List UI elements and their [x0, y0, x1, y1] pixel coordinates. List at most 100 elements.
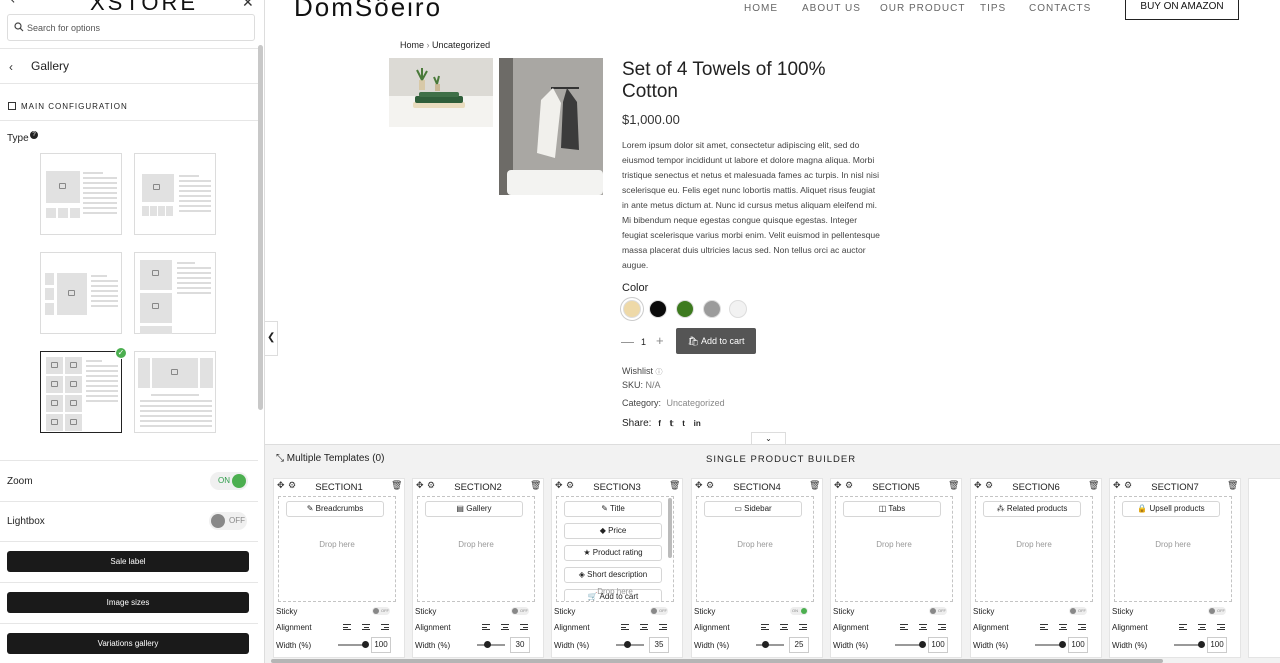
align-center-icon[interactable] — [362, 624, 370, 632]
slider-knob[interactable] — [362, 641, 369, 648]
align-left-icon[interactable] — [621, 624, 629, 632]
trash-icon[interactable]: 🗑 — [1088, 480, 1099, 491]
width-input[interactable]: 100 — [1068, 637, 1088, 653]
facebook-icon[interactable]: f — [658, 419, 661, 428]
builder-element[interactable]: ◆ Price — [564, 523, 662, 539]
builder-section[interactable]: ✥ ⚙ SECTION1 🗑 ✎ Breadcrumbs Drop here S… — [273, 478, 405, 658]
buy-on-amazon-button[interactable]: BUY ON AMAZON — [1125, 0, 1239, 20]
align-left-icon[interactable] — [761, 624, 769, 632]
sticky-toggle[interactable]: OFF — [650, 607, 668, 615]
slider-knob[interactable] — [484, 641, 492, 648]
trash-icon[interactable]: 🗑 — [391, 480, 402, 491]
align-center-icon[interactable] — [780, 624, 788, 632]
collapse-panel-button[interactable]: ❮ — [265, 321, 278, 356]
nav-our-product[interactable]: OUR PRODUCT — [880, 3, 965, 14]
builder-element[interactable]: ▭ Sidebar — [704, 501, 802, 517]
builder-section[interactable]: ✥ ⚙ SECTION2 🗑 ▤ Gallery Drop here Stick… — [412, 478, 544, 658]
layout-option-5[interactable] — [40, 351, 122, 433]
align-center-icon[interactable] — [1059, 624, 1067, 632]
quantity-decrease-button[interactable]: — — [621, 334, 634, 349]
breadcrumb-category[interactable]: Uncategorized — [432, 40, 490, 50]
product-image-bathroom[interactable] — [499, 58, 603, 195]
align-left-icon[interactable] — [1040, 624, 1048, 632]
expand-builder-button[interactable]: ⌄ — [751, 432, 786, 444]
zoom-toggle[interactable]: ON — [210, 472, 248, 490]
drop-zone[interactable]: ▤ Gallery Drop here — [417, 496, 535, 602]
builder-element[interactable]: ★ Product rating — [564, 545, 662, 561]
breadcrumb-home[interactable]: Home — [400, 40, 424, 50]
slider-knob[interactable] — [762, 641, 769, 648]
wishlist-link[interactable]: Wishlist ⓘ — [622, 366, 663, 377]
slider-knob[interactable] — [919, 641, 926, 648]
image-sizes-button[interactable]: Image sizes — [7, 592, 249, 613]
width-slider[interactable] — [756, 641, 784, 648]
builder-element[interactable]: ◈ Short description — [564, 567, 662, 583]
align-right-icon[interactable] — [659, 624, 667, 632]
builder-section[interactable]: ✥ ⚙ SECTION7 🗑 🔒 Upsell products Drop he… — [1109, 478, 1241, 658]
nav-contacts[interactable]: CONTACTS — [1029, 3, 1091, 14]
color-swatch-grey[interactable] — [703, 300, 721, 318]
builder-element[interactable]: ✎ Breadcrumbs — [286, 501, 384, 517]
width-slider[interactable] — [1174, 641, 1205, 648]
align-left-icon[interactable] — [900, 624, 908, 632]
add-to-cart-button[interactable]: 🛍 Add to cart — [676, 328, 756, 354]
align-center-icon[interactable] — [1198, 624, 1206, 632]
align-right-icon[interactable] — [381, 624, 389, 632]
slider-knob[interactable] — [624, 641, 632, 648]
trash-icon[interactable]: 🗑 — [669, 480, 680, 491]
color-swatch-white[interactable] — [729, 300, 747, 318]
trash-icon[interactable]: 🗑 — [1227, 480, 1238, 491]
product-image-towels[interactable] — [389, 58, 493, 127]
align-right-icon[interactable] — [799, 624, 807, 632]
quantity-increase-button[interactable]: + — [656, 333, 664, 348]
builder-element[interactable]: ⁂ Related products — [983, 501, 1081, 517]
width-input[interactable]: 100 — [928, 637, 948, 653]
gallery-back-row[interactable]: ‹ Gallery — [0, 48, 258, 83]
trash-icon[interactable]: 🗑 — [530, 480, 541, 491]
align-right-icon[interactable] — [1217, 624, 1225, 632]
category-link[interactable]: Uncategorized — [667, 398, 725, 408]
sticky-toggle[interactable]: ON — [790, 607, 808, 615]
width-input[interactable]: 25 — [789, 637, 809, 653]
builder-element[interactable]: 🔒 Upsell products — [1122, 501, 1220, 517]
width-slider[interactable] — [1035, 641, 1066, 648]
builder-section[interactable]: ✥ ⚙ SECTION3 🗑 ✎ Title ◆ Price ★ Product r… — [551, 478, 683, 658]
layout-option-4[interactable] — [134, 252, 216, 334]
sticky-toggle[interactable]: OFF — [929, 607, 947, 615]
builder-element[interactable]: ▤ Gallery — [425, 501, 523, 517]
drop-zone-scrollbar[interactable] — [668, 498, 672, 558]
width-input[interactable]: 100 — [1207, 637, 1227, 653]
layout-option-2[interactable] — [134, 153, 216, 235]
nav-about-us[interactable]: ABOUT US — [802, 3, 861, 14]
trash-icon[interactable]: 🗑 — [809, 480, 820, 491]
width-input[interactable]: 30 — [510, 637, 530, 653]
width-slider[interactable] — [477, 641, 505, 648]
nav-home[interactable]: HOME — [744, 3, 778, 14]
width-slider[interactable] — [616, 641, 644, 648]
site-logo[interactable]: DomSôeiro — [294, 0, 442, 23]
align-right-icon[interactable] — [1078, 624, 1086, 632]
sticky-toggle[interactable]: OFF — [1208, 607, 1226, 615]
quantity-input[interactable]: 1 — [641, 337, 646, 347]
variations-gallery-button[interactable]: Variations gallery — [7, 633, 249, 654]
multiple-templates-link[interactable]: ⤡ Multiple Templates (0) — [276, 453, 384, 464]
builder-element[interactable]: ✎ Title — [564, 501, 662, 517]
nav-tips[interactable]: TIPS — [980, 3, 1006, 14]
drop-zone[interactable]: ◫ Tabs Drop here — [835, 496, 953, 602]
width-input[interactable]: 35 — [649, 637, 669, 653]
tumblr-icon[interactable]: t — [682, 419, 685, 428]
builder-section[interactable]: ✥ ⚙ SECTION6 🗑 ⁂ Related products Drop h… — [970, 478, 1102, 658]
panel-close-icon[interactable]: ✕ — [242, 0, 254, 11]
panel-back-icon[interactable]: ↖ — [6, 0, 16, 6]
slider-knob[interactable] — [1198, 641, 1205, 648]
help-icon[interactable]: ? — [30, 131, 38, 139]
panel-scrollbar[interactable] — [258, 45, 263, 410]
align-center-icon[interactable] — [640, 624, 648, 632]
builder-element[interactable]: ◫ Tabs — [843, 501, 941, 517]
sale-label-button[interactable]: Sale label — [7, 551, 249, 572]
linkedin-icon[interactable]: in — [694, 419, 701, 428]
search-input[interactable]: Search for options — [7, 14, 255, 41]
color-swatch-beige[interactable] — [623, 300, 641, 318]
layout-option-6[interactable] — [134, 351, 216, 433]
layout-option-1[interactable] — [40, 153, 122, 235]
